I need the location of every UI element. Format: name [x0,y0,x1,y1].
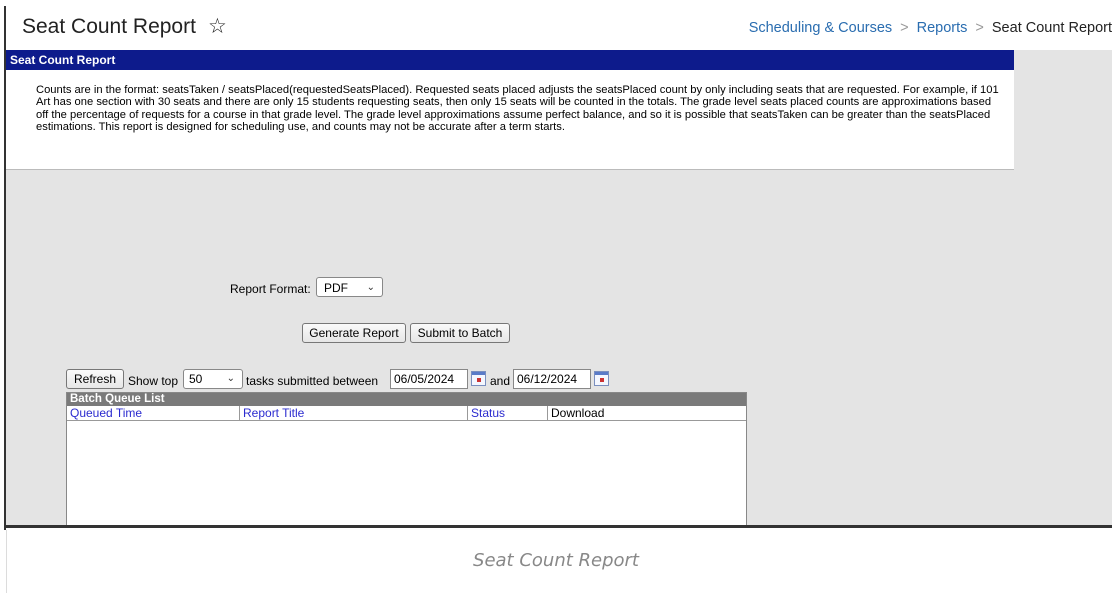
show-top-select[interactable]: 50 ⌄ [183,369,243,389]
column-queued-time[interactable]: Queued Time [67,406,239,420]
column-report-title[interactable]: Report Title [239,406,467,420]
star-icon[interactable]: ☆ [208,14,227,39]
batch-queue-list: Batch Queue List Queued Time Report Titl… [66,392,747,528]
show-top-label: Show top [128,374,179,388]
chevron-right-icon: > [900,20,909,36]
page-header: Seat Count Report ☆ Scheduling & Courses… [6,6,1112,50]
screenshot-border [4,525,1112,528]
tasks-label: tasks submitted between [246,374,379,388]
info-panel: Seat Count Report Counts are in the form… [6,50,1014,170]
page-title: Seat Count Report [22,15,196,38]
image-caption: Seat Count Report [473,550,639,571]
start-date-input[interactable]: 06/05/2024 [390,369,468,389]
calendar-icon[interactable] [471,371,486,386]
refresh-button[interactable]: Refresh [66,369,124,389]
chevron-down-icon: ⌄ [226,373,235,384]
breadcrumb-reports[interactable]: Reports [917,20,968,36]
breadcrumb-current: Seat Count Report [991,20,1112,36]
calendar-icon[interactable] [594,371,609,386]
submit-to-batch-button[interactable]: Submit to Batch [410,323,510,343]
breadcrumb: Scheduling & Courses > Reports > Seat Count … [749,20,1112,36]
screenshot-border [4,6,6,530]
show-top-value: 50 [189,372,203,386]
and-label: and [490,374,511,388]
breadcrumb-scheduling-courses[interactable]: Scheduling & Courses [749,20,892,36]
report-format-select[interactable]: PDF ⌄ [316,277,383,297]
column-download: Download [547,406,746,420]
chevron-down-icon: ⌄ [366,282,375,293]
panel-title: Seat Count Report [6,50,1014,70]
screenshot: Seat Count Report ☆ Scheduling & Courses… [6,6,1112,530]
end-date-input[interactable]: 06/12/2024 [513,369,591,389]
batch-queue-header: Queued Time Report Title Status Download [67,406,746,421]
content-area: Seat Count Report Counts are in the form… [6,50,1112,528]
report-format-label: Report Format: [230,282,311,296]
generate-report-button[interactable]: Generate Report [302,323,406,343]
report-format-value: PDF [324,281,348,295]
batch-queue-title: Batch Queue List [67,393,746,406]
chevron-right-icon: > [975,20,984,36]
column-status[interactable]: Status [467,406,547,420]
panel-description: Counts are in the format: seatsTaken / s… [36,84,999,134]
